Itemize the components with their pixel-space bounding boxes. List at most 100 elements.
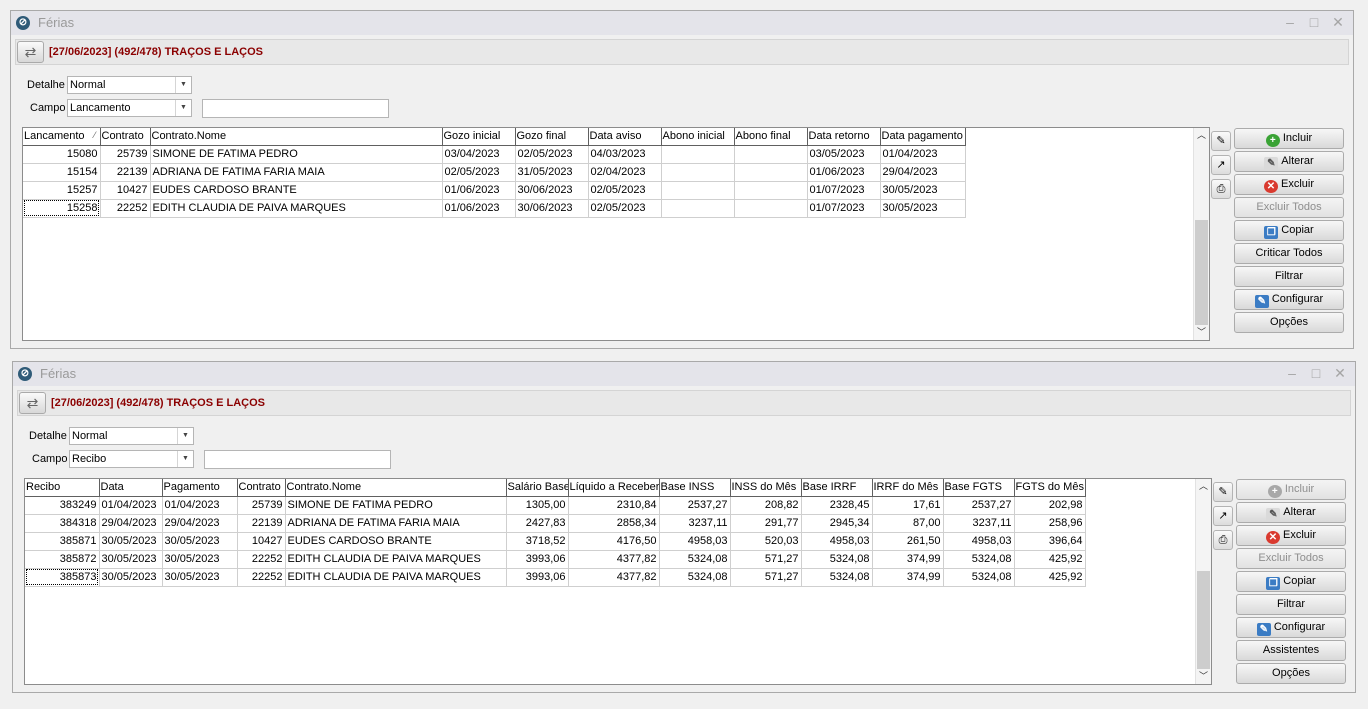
table-cell-fgts-do-mes[interactable]: 425,92 <box>1014 550 1086 569</box>
table-cell-gozo-final[interactable]: 30/06/2023 <box>515 199 589 218</box>
column-header-salario-base[interactable]: Salário Base <box>506 479 569 497</box>
column-header-base-irrf[interactable]: Base IRRF <box>801 479 873 497</box>
table-cell-contrato-nome[interactable]: EUDES CARDOSO BRANTE <box>150 181 443 200</box>
column-header-liquido-a-receber[interactable]: Líquido a Receber <box>568 479 660 497</box>
table-cell-abono-final[interactable] <box>734 163 808 182</box>
table-cell-fgts-do-mes[interactable]: 202,98 <box>1014 496 1086 515</box>
table-cell-fgts-do-mes[interactable]: 258,96 <box>1014 514 1086 533</box>
column-header-abono-final[interactable]: Abono final <box>734 128 808 146</box>
table-cell-contrato[interactable]: 25739 <box>237 496 286 515</box>
criticar-todos-button[interactable]: Criticar Todos <box>1234 243 1344 264</box>
scroll-down-icon[interactable]: ﹀ <box>1196 669 1211 684</box>
title-bar[interactable]: ⊘ Férias – □ ✕ <box>13 362 1355 386</box>
table-cell-base-irrf[interactable]: 2328,45 <box>801 496 873 515</box>
copiar-button[interactable]: ❐ Copiar <box>1236 571 1346 592</box>
table-cell-contrato-nome[interactable]: EDITH CLAUDIA DE PAIVA MARQUES <box>285 550 507 569</box>
table-cell-contrato[interactable]: 22139 <box>237 514 286 533</box>
scroll-down-icon[interactable]: ﹀ <box>1194 325 1209 340</box>
table-row[interactable]: 15080 25739 SIMONE DE FATIMA PEDRO 03/04/20… <box>23 145 966 164</box>
table-cell-contrato[interactable]: 22252 <box>100 199 151 218</box>
copiar-button[interactable]: ❐ Copiar <box>1234 220 1344 241</box>
table-cell-base-fgts[interactable]: 5324,08 <box>943 568 1015 587</box>
table-cell-contrato-nome[interactable]: EDITH CLAUDIA DE PAIVA MARQUES <box>150 199 443 218</box>
table-cell-recibo[interactable]: 385873 <box>25 568 100 587</box>
print-icon[interactable]: ⎙ <box>1211 179 1231 199</box>
table-cell-salario-base[interactable]: 2427,83 <box>506 514 569 533</box>
minimize-icon[interactable]: – <box>1283 365 1301 381</box>
print-icon[interactable]: ⎙ <box>1213 530 1233 550</box>
table-cell-abono-inicial[interactable] <box>661 145 735 164</box>
table-cell-irrf-do-mes[interactable]: 87,00 <box>872 514 944 533</box>
table-cell-contrato[interactable]: 25739 <box>100 145 151 164</box>
table-cell-contrato-nome[interactable]: SIMONE DE FATIMA PEDRO <box>285 496 507 515</box>
table-cell-data-aviso[interactable]: 04/03/2023 <box>588 145 662 164</box>
table-cell-abono-inicial[interactable] <box>661 199 735 218</box>
close-icon[interactable]: ✕ <box>1329 14 1347 30</box>
table-cell-base-fgts[interactable]: 5324,08 <box>943 550 1015 569</box>
table-cell-liquido-a-receber[interactable]: 2858,34 <box>568 514 660 533</box>
switch-arrows-icon[interactable]: ⇄ <box>19 392 46 414</box>
table-cell-irrf-do-mes[interactable]: 374,99 <box>872 550 944 569</box>
table-cell-irrf-do-mes[interactable]: 374,99 <box>872 568 944 587</box>
table-cell-contrato-nome[interactable]: ADRIANA DE FATIMA FARIA MAIA <box>150 163 443 182</box>
table-cell-abono-inicial[interactable] <box>661 181 735 200</box>
table-cell-contrato[interactable]: 10427 <box>100 181 151 200</box>
column-header-irrf-do-mes[interactable]: IRRF do Mês <box>872 479 944 497</box>
table-cell-liquido-a-receber[interactable]: 2310,84 <box>568 496 660 515</box>
chevron-down-icon[interactable]: ▼ <box>175 100 191 116</box>
table-cell-base-irrf[interactable]: 5324,08 <box>801 568 873 587</box>
table-cell-salario-base[interactable]: 3993,06 <box>506 550 569 569</box>
eraser-icon[interactable]: ✎ <box>1213 482 1233 502</box>
table-cell-recibo[interactable]: 385871 <box>25 532 100 551</box>
table-cell-base-fgts[interactable]: 3237,11 <box>943 514 1015 533</box>
column-header-data-retorno[interactable]: Data retorno <box>807 128 881 146</box>
table-cell-data-retorno[interactable]: 01/07/2023 <box>807 199 881 218</box>
table-cell-inss-do-mes[interactable]: 571,27 <box>730 568 802 587</box>
table-cell-abono-final[interactable] <box>734 145 808 164</box>
column-header-inss-do-mes[interactable]: INSS do Mês <box>730 479 802 497</box>
column-header-data-aviso[interactable]: Data aviso <box>588 128 662 146</box>
table-cell-inss-do-mes[interactable]: 291,77 <box>730 514 802 533</box>
table-cell-contrato-nome[interactable]: SIMONE DE FATIMA PEDRO <box>150 145 443 164</box>
table-cell-data-retorno[interactable]: 01/06/2023 <box>807 163 881 182</box>
table-cell-liquido-a-receber[interactable]: 4377,82 <box>568 550 660 569</box>
configurar-button[interactable]: ✎ Configurar <box>1234 289 1344 310</box>
table-cell-recibo[interactable]: 385872 <box>25 550 100 569</box>
table-cell-base-inss[interactable]: 3237,11 <box>659 514 731 533</box>
column-header-recibo[interactable]: Recibo <box>25 479 100 497</box>
campo-select[interactable]: Recibo ▼ <box>69 450 194 468</box>
table-cell-abono-final[interactable] <box>734 181 808 200</box>
table-cell-gozo-inicial[interactable]: 02/05/2023 <box>442 163 516 182</box>
column-header-pagamento[interactable]: Pagamento <box>162 479 238 497</box>
export-icon[interactable]: ↗ <box>1211 155 1231 175</box>
detalhe-select[interactable]: Normal ▼ <box>67 76 192 94</box>
table-cell-abono-final[interactable] <box>734 199 808 218</box>
recibos-grid[interactable]: Recibo Data Pagamento Contrato Contrato.Nome… <box>24 478 1212 685</box>
table-cell-salario-base[interactable]: 3718,52 <box>506 532 569 551</box>
column-header-contrato-nome[interactable]: Contrato.Nome <box>150 128 443 146</box>
table-cell-data[interactable]: 30/05/2023 <box>99 550 163 569</box>
table-cell-data-pagamento[interactable]: 30/05/2023 <box>880 181 966 200</box>
column-header-base-inss[interactable]: Base INSS <box>659 479 731 497</box>
column-header-gozo-inicial[interactable]: Gozo inicial <box>442 128 516 146</box>
alterar-button[interactable]: ✎ Alterar <box>1234 151 1344 172</box>
column-header-lancamento[interactable]: Lancamento ⁄ <box>23 128 101 146</box>
table-cell-base-fgts[interactable]: 4958,03 <box>943 532 1015 551</box>
filtrar-button[interactable]: Filtrar <box>1236 594 1346 615</box>
configurar-button[interactable]: ✎ Configurar <box>1236 617 1346 638</box>
incluir-button[interactable]: + Incluir <box>1234 128 1344 149</box>
table-cell-salario-base[interactable]: 3993,06 <box>506 568 569 587</box>
excluir-button[interactable]: ✕ Excluir <box>1236 525 1346 546</box>
scroll-up-icon[interactable]: ︿ <box>1194 128 1209 143</box>
excluir-button[interactable]: ✕ Excluir <box>1234 174 1344 195</box>
search-input[interactable] <box>202 99 389 118</box>
table-cell-data-pagamento[interactable]: 29/04/2023 <box>880 163 966 182</box>
table-row[interactable]: 384318 29/04/2023 29/04/2023 22139 ADRIANA D… <box>25 514 1086 533</box>
table-cell-gozo-inicial[interactable]: 01/06/2023 <box>442 199 516 218</box>
table-cell-pagamento[interactable]: 30/05/2023 <box>162 532 238 551</box>
opcoes-button[interactable]: Opções <box>1234 312 1344 333</box>
table-cell-inss-do-mes[interactable]: 520,03 <box>730 532 802 551</box>
table-cell-contrato-nome[interactable]: ADRIANA DE FATIMA FARIA MAIA <box>285 514 507 533</box>
column-header-fgts-do-mes[interactable]: FGTS do Mês <box>1014 479 1086 497</box>
maximize-icon[interactable]: □ <box>1305 14 1323 30</box>
